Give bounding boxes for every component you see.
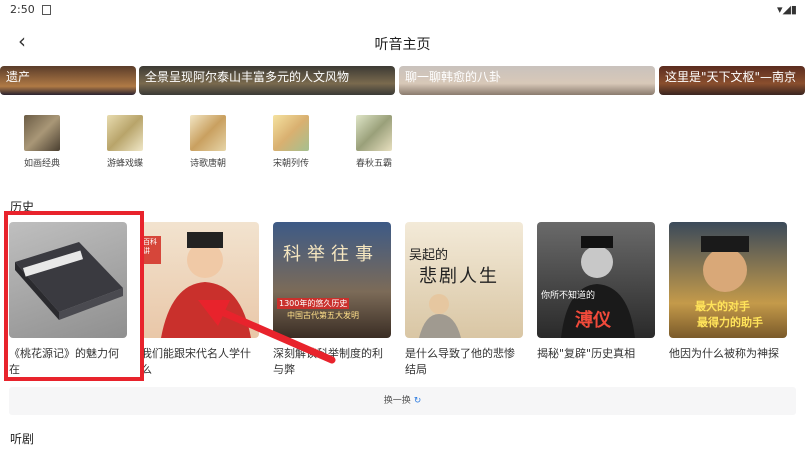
card-overlay-sub: 中国古代第五大发明	[287, 311, 359, 320]
card-overlay-title: 你所不知道的	[541, 291, 596, 301]
category-label: 宋朝列传	[272, 159, 309, 169]
category-icon	[273, 115, 309, 151]
category-icon	[356, 115, 392, 151]
card-overlay-sub: 最得力的助手	[697, 316, 763, 329]
card-caption: 是什么导致了他的悲惨结局	[405, 347, 515, 376]
category-label: 春秋五霸	[355, 159, 392, 169]
banner-text: 这里是"天下文枢"—南京	[665, 70, 797, 84]
banner-item[interactable]: 全景呈现阿尔泰山丰富多元的人文风物	[139, 66, 395, 95]
banner-item[interactable]: 聊一聊韩愈的八卦	[399, 66, 655, 95]
audio-card[interactable]: 吴起的 悲剧人生 是什么导致了他的悲惨结局	[405, 222, 523, 378]
audio-card[interactable]: 百科讲 我们能跟宋代名人学什么	[141, 222, 259, 378]
category-item[interactable]: 春秋五霸	[344, 115, 404, 169]
audio-card[interactable]: 你所不知道的 溥仪 揭秘"复辟"历史真相	[537, 222, 655, 378]
category-icon	[24, 115, 60, 151]
notification-icon	[42, 5, 51, 15]
card-caption: 我们能跟宋代名人学什么	[141, 347, 251, 376]
card-thumbnail: 你所不知道的 溥仪	[537, 222, 655, 338]
card-overlay-title: 科举往事	[283, 244, 379, 265]
category-label: 如画经典	[23, 159, 60, 169]
category-label: 诗歌唐朝	[189, 159, 226, 169]
category-label: 游蜂戏蝶	[106, 159, 143, 169]
banner-item[interactable]: 这里是"天下文枢"—南京	[659, 66, 805, 95]
category-item[interactable]: 诗歌唐朝	[178, 115, 238, 169]
status-icons: ▾◢▮	[776, 3, 797, 16]
card-badge: 百科讲	[143, 238, 157, 255]
card-thumbnail: 百科讲	[141, 222, 259, 338]
refresh-button[interactable]: 换一换 ↻	[9, 387, 796, 415]
status-time: 2:50	[10, 3, 35, 16]
category-icon	[107, 115, 143, 151]
banner-carousel[interactable]: 遗产 全景呈现阿尔泰山丰富多元的人文风物 聊一聊韩愈的八卦 这里是"天下文枢"—…	[0, 66, 805, 96]
category-row: 如画经典 游蜂戏蝶 诗歌唐朝 宋朝列传 春秋五霸	[0, 115, 805, 175]
category-item[interactable]: 游蜂戏蝶	[95, 115, 155, 169]
card-thumbnail: 科举往事 1300年的悠久历史 中国古代第五大发明	[273, 222, 391, 338]
card-thumbnail: 吴起的 悲剧人生	[405, 222, 523, 338]
card-overlay-sub: 溥仪	[575, 310, 611, 331]
highlight-box	[4, 211, 144, 381]
audio-card[interactable]: 科举往事 1300年的悠久历史 中国古代第五大发明 深刻解读科举制度的利与弊	[273, 222, 391, 378]
refresh-label: 换一换	[383, 396, 411, 406]
warrior-illustration	[419, 294, 461, 338]
card-caption: 揭秘"复辟"历史真相	[537, 347, 636, 360]
app-header: ‹ 听音主页	[0, 22, 805, 62]
refresh-icon: ↻	[413, 396, 422, 406]
card-thumbnail: 最大的对手 最得力的助手	[669, 222, 787, 338]
page-title: 听音主页	[374, 37, 431, 53]
category-item[interactable]: 如画经典	[12, 115, 72, 169]
banner-item[interactable]: 遗产	[0, 66, 136, 95]
category-item[interactable]: 宋朝列传	[261, 115, 321, 169]
banner-text: 遗产	[6, 70, 31, 84]
section-title-drama: 听剧	[10, 432, 35, 446]
audio-card[interactable]: 最大的对手 最得力的助手 他因为什么被称为神探	[669, 222, 787, 378]
banner-text: 全景呈现阿尔泰山丰富多元的人文风物	[145, 70, 350, 84]
card-caption: 深刻解读科举制度的利与弊	[273, 347, 383, 376]
card-overlay-sub: 1300年的悠久历史	[277, 298, 350, 309]
card-caption: 他因为什么被称为神探	[669, 347, 779, 360]
card-overlay-title: 最大的对手	[695, 300, 750, 313]
banner-text: 聊一聊韩愈的八卦	[405, 70, 502, 84]
category-icon	[190, 115, 226, 151]
status-bar: 2:50 ▾◢▮	[0, 0, 805, 20]
